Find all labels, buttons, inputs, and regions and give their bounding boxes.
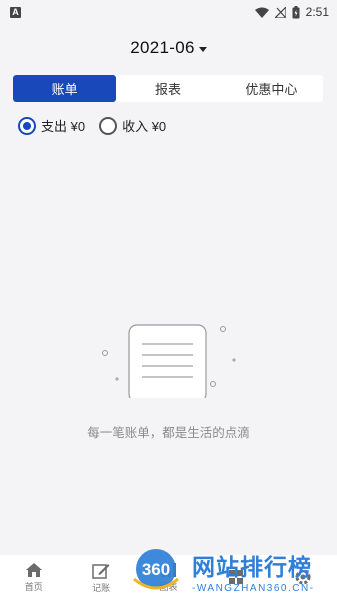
grid-icon	[228, 569, 243, 584]
radio-checked-icon	[18, 116, 36, 135]
caret-down-icon	[198, 46, 207, 52]
chart-icon	[161, 563, 176, 577]
wifi-icon	[254, 7, 269, 18]
bottom-nav: 首页 记账 图表	[0, 555, 337, 600]
tab-bills[interactable]: 账单	[13, 75, 117, 102]
nav-home[interactable]: 首页	[0, 555, 67, 600]
nav-home-label: 首页	[24, 582, 43, 592]
segment-tabs: 账单 报表 优惠中心	[13, 75, 323, 102]
month-label: 2021-06	[130, 38, 195, 57]
home-icon	[25, 563, 42, 577]
month-picker[interactable]: 2021-06	[130, 38, 207, 58]
status-bar: A 2:51	[0, 0, 337, 24]
month-header: 2021-06	[0, 26, 337, 70]
tab-reports[interactable]: 报表	[116, 75, 219, 102]
nav-record[interactable]: 记账	[67, 555, 134, 600]
radio-unchecked-icon	[99, 116, 118, 135]
expense-label: 支出 ¥0	[41, 119, 86, 134]
expense-radio[interactable]: 支出 ¥0	[18, 116, 85, 135]
nav-record-label: 记账	[92, 582, 111, 593]
settings-icon	[295, 569, 311, 584]
clock: 2:51	[305, 5, 329, 19]
nav-chart[interactable]: 图表	[135, 555, 202, 600]
income-label: 收入 ¥0	[122, 119, 167, 134]
empty-message: 每一笔账单，都是生活的点滴	[87, 426, 250, 440]
signal-icon	[274, 6, 286, 18]
income-radio[interactable]: 收入 ¥0	[99, 116, 166, 135]
nav-grid[interactable]	[202, 555, 269, 600]
nav-chart-label: 图表	[159, 582, 178, 592]
type-filter: 支出 ¥0 收入 ¥0	[18, 116, 166, 135]
battery-icon	[292, 5, 300, 18]
empty-state: 每一笔账单，都是生活的点滴	[0, 318, 337, 448]
nav-settings[interactable]	[270, 555, 337, 600]
edit-icon	[92, 563, 110, 579]
tab-offers[interactable]: 优惠中心	[220, 75, 323, 102]
empty-notepad-icon	[102, 324, 236, 398]
app-notification-icon: A	[10, 6, 21, 18]
